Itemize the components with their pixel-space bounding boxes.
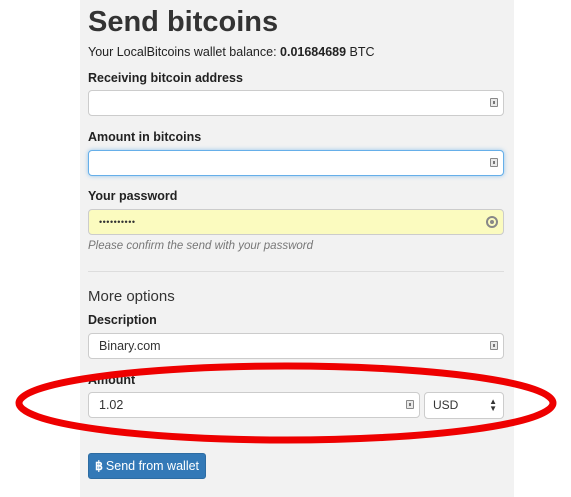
amount-value: 1.02 [99, 398, 124, 412]
amount-btc-label: Amount in bitcoins [88, 130, 202, 144]
field-autofill-icon[interactable] [490, 98, 498, 107]
receiving-address-label: Receiving bitcoin address [88, 71, 243, 85]
balance-prefix: Your LocalBitcoins wallet balance: [88, 45, 281, 59]
password-input[interactable]: •••••••••• [88, 209, 504, 235]
amount-btc-input[interactable] [88, 150, 504, 176]
balance-unit: BTC [346, 45, 375, 59]
field-autofill-icon[interactable] [490, 341, 498, 350]
password-label: Your password [88, 189, 178, 203]
select-arrows-icon: ▲ ▼ [489, 397, 497, 413]
description-label: Description [88, 313, 157, 327]
receiving-address-input[interactable] [88, 90, 504, 116]
currency-selected: USD [433, 398, 459, 412]
amount-label: Amount [88, 373, 136, 387]
field-autofill-icon[interactable] [490, 158, 498, 167]
send-button-label: Send from wallet [105, 459, 200, 473]
field-autofill-icon[interactable] [406, 400, 414, 409]
page: Send bitcoins Your LocalBitcoins wallet … [0, 0, 571, 497]
send-from-wallet-button[interactable]: ฿ Send from wallet [88, 453, 206, 479]
wallet-balance: Your LocalBitcoins wallet balance: 0.016… [88, 45, 375, 59]
amount-input[interactable]: 1.02 [88, 392, 420, 418]
currency-select[interactable]: USD ▲ ▼ [424, 392, 504, 419]
balance-value: 0.01684689 [280, 45, 347, 59]
description-input[interactable]: Binary.com [88, 333, 504, 359]
description-value: Binary.com [99, 339, 161, 353]
more-options-heading: More options [88, 288, 175, 305]
password-hint: Please confirm the send with your passwo… [88, 240, 313, 252]
key-icon[interactable] [486, 216, 498, 228]
bitcoin-icon: ฿ [94, 459, 103, 473]
section-divider [88, 271, 504, 272]
password-value: •••••••••• [99, 217, 136, 227]
page-title: Send bitcoins [88, 6, 279, 38]
